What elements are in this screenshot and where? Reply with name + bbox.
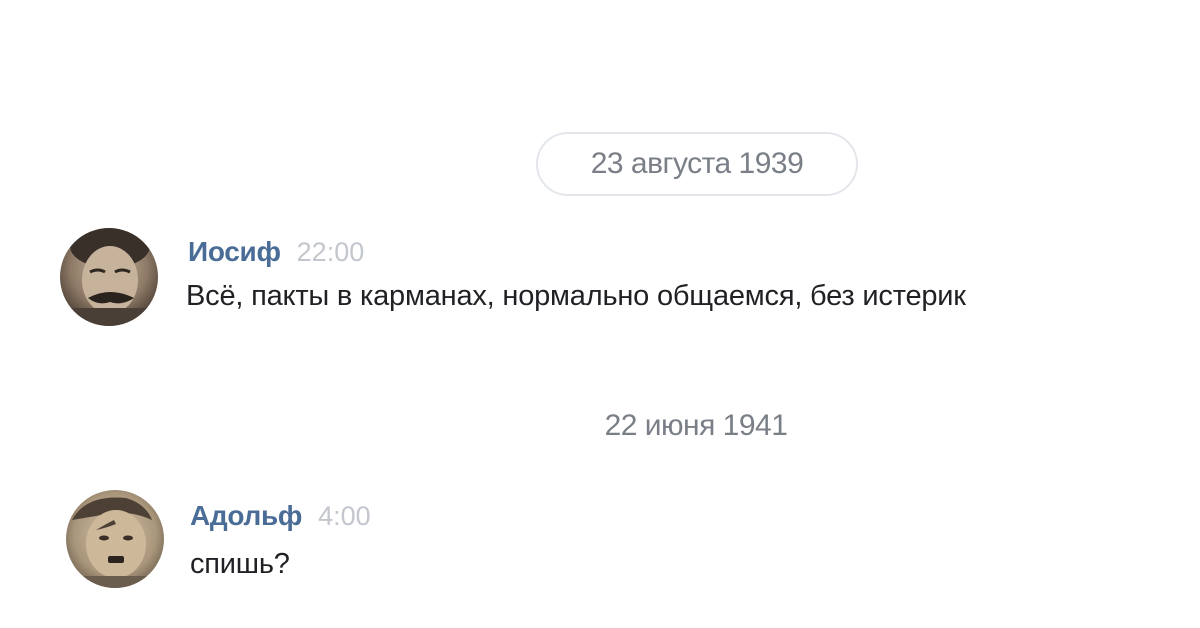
user-avatar-photo-icon bbox=[60, 228, 158, 326]
message-author[interactable]: Адольф bbox=[190, 500, 302, 532]
date-separator-label: 23 августа 1939 bbox=[590, 147, 804, 180]
date-separator: 22 июня 1941 bbox=[560, 404, 832, 448]
message-author[interactable]: Иосиф bbox=[188, 236, 281, 268]
avatar[interactable] bbox=[60, 228, 158, 326]
user-avatar-photo-icon bbox=[66, 490, 164, 588]
message-time: 4:00 bbox=[318, 501, 371, 531]
message-time: 22:00 bbox=[296, 237, 365, 267]
message-text: спишь? bbox=[190, 548, 290, 580]
avatar[interactable] bbox=[66, 490, 164, 588]
date-separator: 23 августа 1939 bbox=[536, 132, 858, 196]
message-text: Всё, пакты в карманах, нормально общаемс… bbox=[186, 280, 966, 312]
date-separator-label: 22 июня 1941 bbox=[604, 409, 788, 442]
